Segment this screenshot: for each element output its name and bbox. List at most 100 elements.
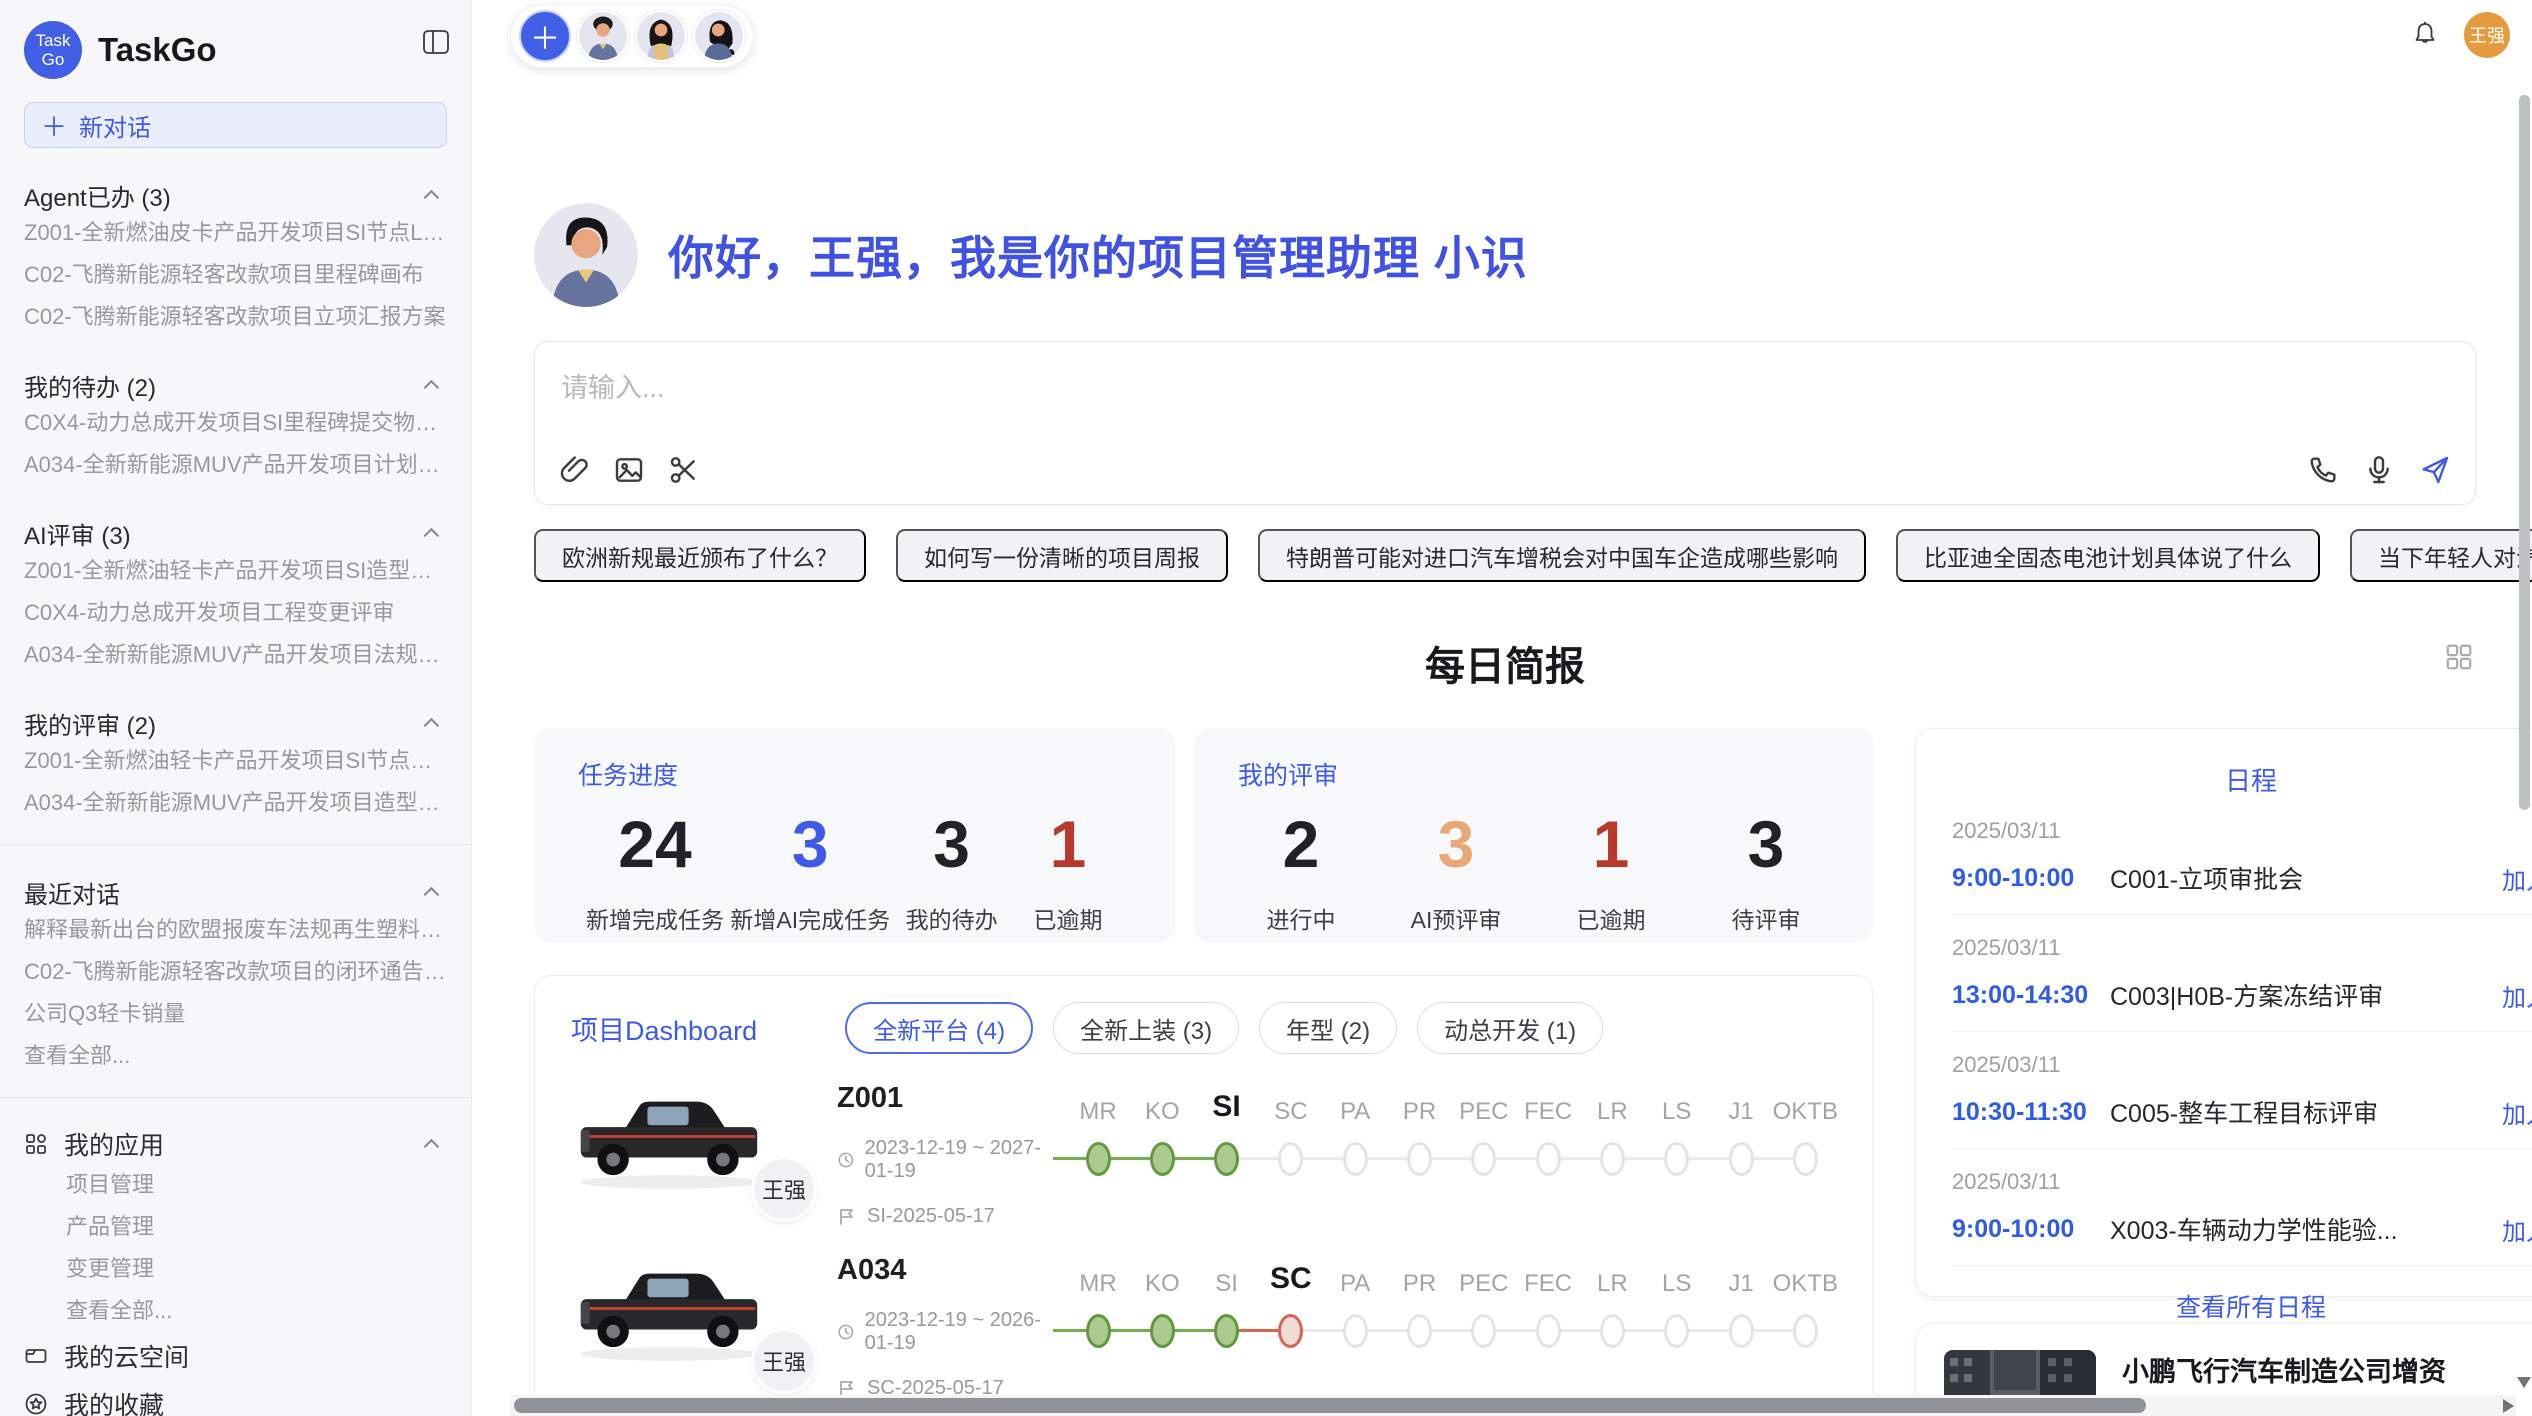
project-info: A034 2023-12-19 ~ 2026-01-19 SC-2025-05-… xyxy=(837,1248,1065,1400)
notification-bell-icon[interactable] xyxy=(2412,21,2438,49)
main-content: 你好，王强，我是你的项目管理助理 小识 xyxy=(472,72,2532,1416)
dashboard-title: 项目Dashboard xyxy=(571,1009,757,1048)
suggestion-chip[interactable]: 欧洲新规最近颁布了什么？ xyxy=(534,529,866,582)
vertical-scrollbar-thumb[interactable] xyxy=(2519,95,2530,810)
recent-chat-item[interactable]: 公司Q3轻卡销量 xyxy=(24,993,447,1035)
suggestion-chip[interactable]: 比亚迪全固态电池计划具体说了什么 xyxy=(1896,529,2320,582)
stat-item: 3 待评审 xyxy=(1711,810,1821,935)
right-column: 日程 2025/03/11 9:00-10:00 C001-立项审批会 加入 xyxy=(1915,728,2532,1416)
project-row[interactable]: 王强 Z001 2023-12-19 ~ 2027-01-19 xyxy=(571,1076,1836,1226)
greeting-row: 你好，王强，我是你的项目管理助理 小识 xyxy=(534,203,2476,307)
recent-chat-item[interactable]: 查看全部... xyxy=(24,1035,447,1077)
topbar-right: 王强 xyxy=(2412,12,2510,58)
scissors-icon[interactable] xyxy=(667,454,699,486)
horizontal-scrollbar-thumb[interactable] xyxy=(514,1398,2146,1413)
app-menu-item[interactable]: 产品管理 xyxy=(24,1206,447,1248)
sidebar-task-item[interactable]: C02-飞腾新能源轻客改款项目里程碑画布 xyxy=(24,254,447,296)
truck-image xyxy=(571,1248,767,1366)
milestone-dot xyxy=(1536,1142,1561,1176)
project-image: 王强 xyxy=(571,1076,803,1216)
composer-tools-left xyxy=(559,454,699,486)
section-label: AI评审 (3) xyxy=(24,516,131,551)
stat-label: AI预评审 xyxy=(1401,901,1511,935)
scroll-down-arrow-icon[interactable] xyxy=(2517,1377,2531,1388)
sidebar-task-item[interactable]: Z001-全新燃油轻卡产品开发项目SI造型提交物评审 xyxy=(24,550,447,592)
milestone-dot xyxy=(1150,1314,1175,1348)
stat-value: 3 xyxy=(1711,810,1821,879)
section-my-todo[interactable]: 我的待办 (2) xyxy=(24,368,447,402)
filter-chip[interactable]: 年型 (2) xyxy=(1259,1002,1397,1054)
divider xyxy=(0,1097,471,1098)
suggestion-chips: 欧洲新规最近颁布了什么？ 如何写一份清晰的项目周报特朗普可能对进口汽车增税会对中国… xyxy=(534,529,2476,582)
stat-item: 3 新增AI完成任务 xyxy=(730,810,890,935)
milestone-dot xyxy=(1343,1314,1368,1348)
app-menu-item[interactable]: 查看全部... xyxy=(24,1290,447,1332)
horizontal-scrollbar[interactable] xyxy=(510,1395,2516,1416)
assistant-avatar xyxy=(534,203,638,307)
attachment-icon[interactable] xyxy=(559,454,591,486)
milestone-dot xyxy=(1214,1314,1239,1348)
add-agent-button[interactable]: ＋ xyxy=(519,10,571,62)
app-menu-item[interactable]: 项目管理 xyxy=(24,1164,447,1206)
agent-avatar-2[interactable] xyxy=(635,10,687,62)
task-progress-stats: 24 新增完成任务 3 新增AI完成任务 xyxy=(578,810,1131,935)
view-all-schedule-link[interactable]: 查看所有日程 xyxy=(1952,1288,2532,1324)
section-my-review[interactable]: 我的评审 (2) xyxy=(24,706,447,740)
sidebar-task-item[interactable]: Z001-全新燃油皮卡产品开发项目SI节点Lesson Learn报告 xyxy=(24,212,447,254)
stat-label: 我的待办 xyxy=(897,901,1007,935)
stat-label: 已逾期 xyxy=(1013,901,1123,935)
schedule-card: 日程 2025/03/11 9:00-10:00 C001-立项审批会 加入 xyxy=(1915,728,2532,1297)
sidebar-item-favorites[interactable]: 我的收藏 xyxy=(24,1380,447,1416)
milestone-label: J1 xyxy=(1706,1270,1776,1298)
stat-item: 3 我的待办 xyxy=(897,810,1007,935)
filter-chip[interactable]: 全新上装 (3) xyxy=(1053,1002,1239,1054)
project-flag-text: SI-2025-05-17 xyxy=(867,1205,995,1228)
phone-icon[interactable] xyxy=(2307,454,2339,486)
project-info: Z001 2023-12-19 ~ 2027-01-19 SI-2025-05-… xyxy=(837,1076,1065,1228)
milestone-dot xyxy=(1729,1314,1754,1348)
suggestion-chip[interactable]: 特朗普可能对进口汽车增税会对中国车企造成哪些影响 xyxy=(1258,529,1866,582)
sidebar-task-item[interactable]: A034-全新新能源MUV产品开发项目法规符合性评审 xyxy=(24,634,447,676)
milestone-dot xyxy=(1407,1142,1432,1176)
favorites-label: 我的收藏 xyxy=(64,1386,164,1416)
sidebar-collapse-icon[interactable] xyxy=(423,30,449,54)
milestone-dot xyxy=(1664,1142,1689,1176)
left-column: 任务进度 24 新增完成任务 3 xyxy=(534,728,1873,1416)
section-recent-chats[interactable]: 最近对话 xyxy=(24,875,447,909)
chevron-up-icon xyxy=(424,886,440,902)
sidebar-task-item[interactable]: C02-飞腾新能源轻客改款项目立项汇报方案 xyxy=(24,296,447,338)
app-menu-item[interactable]: 变更管理 xyxy=(24,1248,447,1290)
filter-chip[interactable]: 全新平台 (4) xyxy=(845,1002,1033,1054)
sidebar-task-item[interactable]: Z001-全新燃油轻卡产品开发项目SI节点属性5D文件评审 xyxy=(24,740,447,782)
milestone-label: FEC xyxy=(1513,1098,1583,1126)
plus-icon: ＋ xyxy=(41,107,67,144)
sidebar-task-item[interactable]: A034-全新新能源MUV产品开发项目造型可行性评审 xyxy=(24,782,447,824)
new-chat-button[interactable]: ＋ 新对话 xyxy=(24,102,447,148)
section-agent-done[interactable]: Agent已办 (3) xyxy=(24,178,447,212)
send-icon[interactable] xyxy=(2419,454,2451,486)
chat-input[interactable] xyxy=(561,368,2449,408)
vertical-scrollbar[interactable] xyxy=(2517,0,2532,1394)
filter-chip[interactable]: 动总开发 (1) xyxy=(1417,1002,1603,1054)
recent-chat-item[interactable]: 解释最新出台的欧盟报废车法规再生塑料比例被调至15%... xyxy=(24,909,447,951)
briefing-columns: 任务进度 24 新增完成任务 3 xyxy=(534,728,2476,1416)
layout-grid-icon[interactable] xyxy=(2444,642,2474,672)
sidebar-item-cloud-space[interactable]: 我的云空间 xyxy=(24,1332,447,1380)
suggestion-chip[interactable]: 如何写一份清晰的项目周报 xyxy=(896,529,1228,582)
suggestion-chip[interactable]: 当下年轻人对汽车外观有怎样的喜好趋势 xyxy=(2350,529,2532,582)
sidebar-task-item[interactable]: A034-全新新能源MUV产品开发项目计划变更表编写 xyxy=(24,444,447,486)
sidebar-task-item[interactable]: C0X4-动力总成开发项目工程变更评审 xyxy=(24,592,447,634)
agent-avatar-1[interactable] xyxy=(577,10,629,62)
section-ai-review[interactable]: AI评审 (3) xyxy=(24,516,447,550)
scroll-right-arrow-icon[interactable] xyxy=(2503,1399,2514,1413)
sidebar-item-my-apps[interactable]: 我的应用 xyxy=(24,1124,447,1164)
project-dates-text: 2023-12-19 ~ 2026-01-19 xyxy=(865,1309,1065,1355)
cloud-space-label: 我的云空间 xyxy=(64,1338,189,1374)
image-icon[interactable] xyxy=(613,454,645,486)
sidebar-task-item[interactable]: C0X4-动力总成开发项目SI里程碑提交物检查 xyxy=(24,402,447,444)
recent-chat-item[interactable]: C02-飞腾新能源轻客改款项目的闭环通告反馈情况 xyxy=(24,951,447,993)
agent-avatar-3[interactable] xyxy=(693,10,745,62)
microphone-icon[interactable] xyxy=(2363,454,2395,486)
user-avatar[interactable]: 王强 xyxy=(2464,12,2510,58)
project-row[interactable]: 王强 A034 2023-12-19 ~ 2026-01-19 xyxy=(571,1248,1836,1398)
